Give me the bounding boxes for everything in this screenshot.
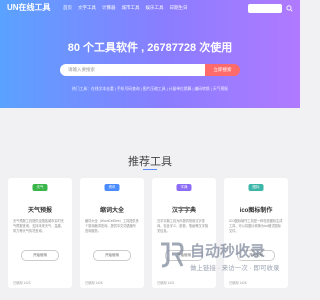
section-title-underline <box>143 169 157 170</box>
nav-item-text-tools[interactable]: 文字工具 <box>78 5 96 11</box>
watermark-overlay: 自动秒收录 做上链接 · 来访一次 · 即可收录 <box>158 240 298 280</box>
watermark-title: 自动秒收录 <box>190 243 266 260</box>
nav-item-fun-tools[interactable]: 娱乐工具 <box>146 5 164 11</box>
card-usage-count: 已使用 1421 <box>157 281 175 285</box>
card-usage-count: 已使用 1426 <box>229 281 247 285</box>
card-badge: 资讯 <box>104 184 120 191</box>
nav-search-input[interactable] <box>248 4 282 13</box>
tool-card-weather[interactable]: 天气 天气预报 天气预报工具提供全国各城市实时天气预报查询，支持未来天气、温度、… <box>8 178 72 288</box>
hero-banner: UN在线工具 首页 文字工具 计算器 城市工具 娱乐工具 日期生日 80 个工具… <box>0 0 300 108</box>
card-badge: 天气 <box>32 184 48 191</box>
section-title: 推荐工具 <box>128 156 172 168</box>
top-navigation: UN在线工具 首页 文字工具 计算器 城市工具 娱乐工具 日期生日 <box>0 0 300 16</box>
card-description: 缩词大全（WordCellSee）工具提供多个常用缩词查询，提供中文词语缩写查询… <box>85 219 139 233</box>
hot-tools-links[interactable]: 热门工具：在线文本去重 | 手机号码查询 | 图片压缩工具 | 计量单位换算 |… <box>0 87 300 92</box>
nav-item-city-tools[interactable]: 城市工具 <box>122 5 140 11</box>
card-title[interactable]: 汉字字典 <box>152 205 216 214</box>
card-title[interactable]: 天气预报 <box>8 205 72 214</box>
hero-headline: 80 个工具软件 , 26787728 次使用 <box>67 42 233 54</box>
card-usage-count: 已使用 1426 <box>85 281 103 285</box>
hero-search-button[interactable]: 立即搜索 <box>205 64 240 76</box>
search-icon[interactable] <box>286 5 293 12</box>
card-start-button[interactable]: 开始使用 <box>21 250 59 261</box>
watermark-subtitle: 做上链接 · 来访一次 · 即可收录 <box>190 265 280 272</box>
card-description: 天气预报工具提供全国各城市实时天气预报查询，支持未来天气、温度、风力等天气情况查… <box>13 219 64 233</box>
card-badge: 图标 <box>248 184 264 191</box>
nav-item-calculator[interactable]: 计算器 <box>102 5 116 11</box>
watermark-logo-icon <box>161 242 184 268</box>
card-title[interactable]: 缩词大全 <box>80 205 144 214</box>
site-logo[interactable]: UN在线工具 <box>7 2 51 13</box>
card-title[interactable]: ico图标制作 <box>224 205 288 214</box>
nav-menu: 首页 文字工具 计算器 城市工具 娱乐工具 日期生日 <box>63 5 188 11</box>
card-usage-count: 已使用 1423 <box>13 281 31 285</box>
card-badge: 字典 <box>176 184 192 191</box>
card-start-button[interactable]: 开始使用 <box>93 250 131 261</box>
nav-item-home[interactable]: 首页 <box>63 5 72 11</box>
tool-card-abbreviations[interactable]: 资讯 缩词大全 缩词大全（WordCellSee）工具提供多个常用缩词查询，提供… <box>80 178 144 288</box>
hero-search-input[interactable]: 请输入要搜索 <box>60 64 205 76</box>
nav-item-date-birthday[interactable]: 日期生日 <box>170 5 188 11</box>
